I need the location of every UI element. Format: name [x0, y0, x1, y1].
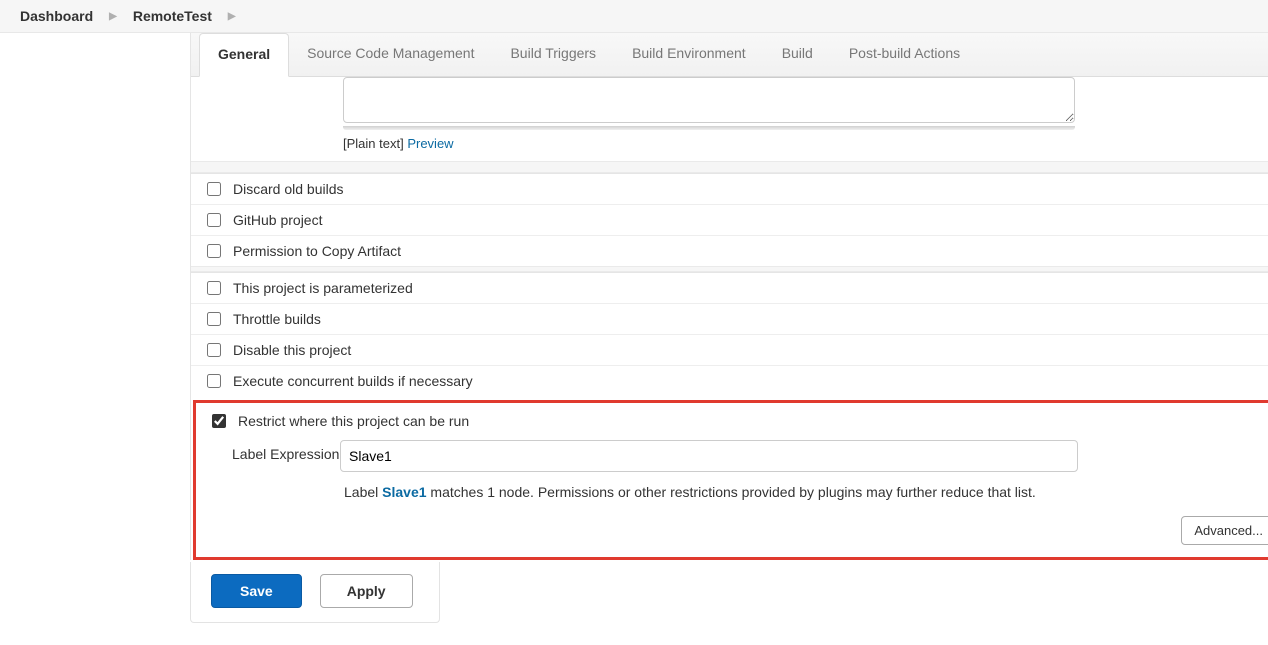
label-expression-hint: Label Slave1 matches 1 node. Permissions…: [196, 476, 1268, 500]
disable-project-checkbox[interactable]: [207, 343, 221, 357]
hint-suffix: matches 1 node. Permissions or other res…: [427, 484, 1036, 500]
option-parameterized: This project is parameterized ?: [191, 272, 1268, 303]
discard-old-builds-label: Discard old builds: [233, 181, 344, 197]
throttle-builds-checkbox[interactable]: [207, 312, 221, 326]
throttle-builds-label: Throttle builds: [233, 311, 321, 327]
section-divider: [191, 161, 1268, 173]
chevron-right-icon: ▶: [228, 11, 236, 22]
chevron-right-icon: ▶: [109, 11, 117, 22]
parameterized-label: This project is parameterized: [233, 280, 413, 296]
tab-scm[interactable]: Source Code Management: [289, 33, 492, 76]
restrict-run-label: Restrict where this project can be run: [238, 413, 469, 429]
copy-artifact-label: Permission to Copy Artifact: [233, 243, 401, 259]
breadcrumb: Dashboard ▶ RemoteTest ▶: [0, 0, 1268, 33]
breadcrumb-project[interactable]: RemoteTest: [133, 8, 212, 24]
discard-old-builds-checkbox[interactable]: [207, 182, 221, 196]
tab-general[interactable]: General: [199, 33, 289, 77]
tab-build-environment[interactable]: Build Environment: [614, 33, 764, 76]
tab-post-build[interactable]: Post-build Actions: [831, 33, 978, 76]
github-project-label: GitHub project: [233, 212, 322, 228]
option-concurrent-builds: Execute concurrent builds if necessary ?: [191, 365, 1268, 396]
label-link[interactable]: Slave1: [382, 484, 426, 500]
tab-build[interactable]: Build: [764, 33, 831, 76]
disable-project-label: Disable this project: [233, 342, 351, 358]
label-expression-input[interactable]: [340, 440, 1078, 472]
form-footer: Save Apply: [190, 562, 440, 623]
option-github-project: GitHub project: [191, 204, 1268, 235]
preview-link[interactable]: Preview: [407, 136, 453, 151]
description-textarea[interactable]: [343, 77, 1075, 123]
concurrent-builds-label: Execute concurrent builds if necessary: [233, 373, 473, 389]
option-throttle-builds: Throttle builds ?: [191, 303, 1268, 334]
option-disable-project: Disable this project ?: [191, 334, 1268, 365]
label-expression-row: Label Expression ?: [196, 436, 1268, 476]
textarea-shadow: [343, 126, 1075, 130]
copy-artifact-checkbox[interactable]: [207, 244, 221, 258]
option-discard-old-builds: Discard old builds ?: [191, 173, 1268, 204]
parameterized-checkbox[interactable]: [207, 281, 221, 295]
option-copy-artifact: Permission to Copy Artifact: [191, 235, 1268, 266]
restrict-section-highlight: Restrict where this project can be run ?…: [193, 400, 1268, 560]
concurrent-builds-checkbox[interactable]: [207, 374, 221, 388]
label-expression-label: Label Expression: [232, 440, 340, 462]
restrict-run-checkbox[interactable]: [212, 414, 226, 428]
save-button[interactable]: Save: [211, 574, 302, 608]
tab-build-triggers[interactable]: Build Triggers: [492, 33, 614, 76]
config-tabs: General Source Code Management Build Tri…: [191, 33, 1268, 77]
option-restrict-run: Restrict where this project can be run ?: [196, 403, 1268, 436]
apply-button[interactable]: Apply: [320, 574, 413, 608]
advanced-button[interactable]: Advanced...: [1181, 516, 1268, 545]
plain-text-label: [Plain text]: [343, 136, 404, 151]
breadcrumb-dashboard[interactable]: Dashboard: [20, 8, 93, 24]
github-project-checkbox[interactable]: [207, 213, 221, 227]
config-panel: General Source Code Management Build Tri…: [190, 33, 1268, 560]
hint-prefix: Label: [344, 484, 382, 500]
